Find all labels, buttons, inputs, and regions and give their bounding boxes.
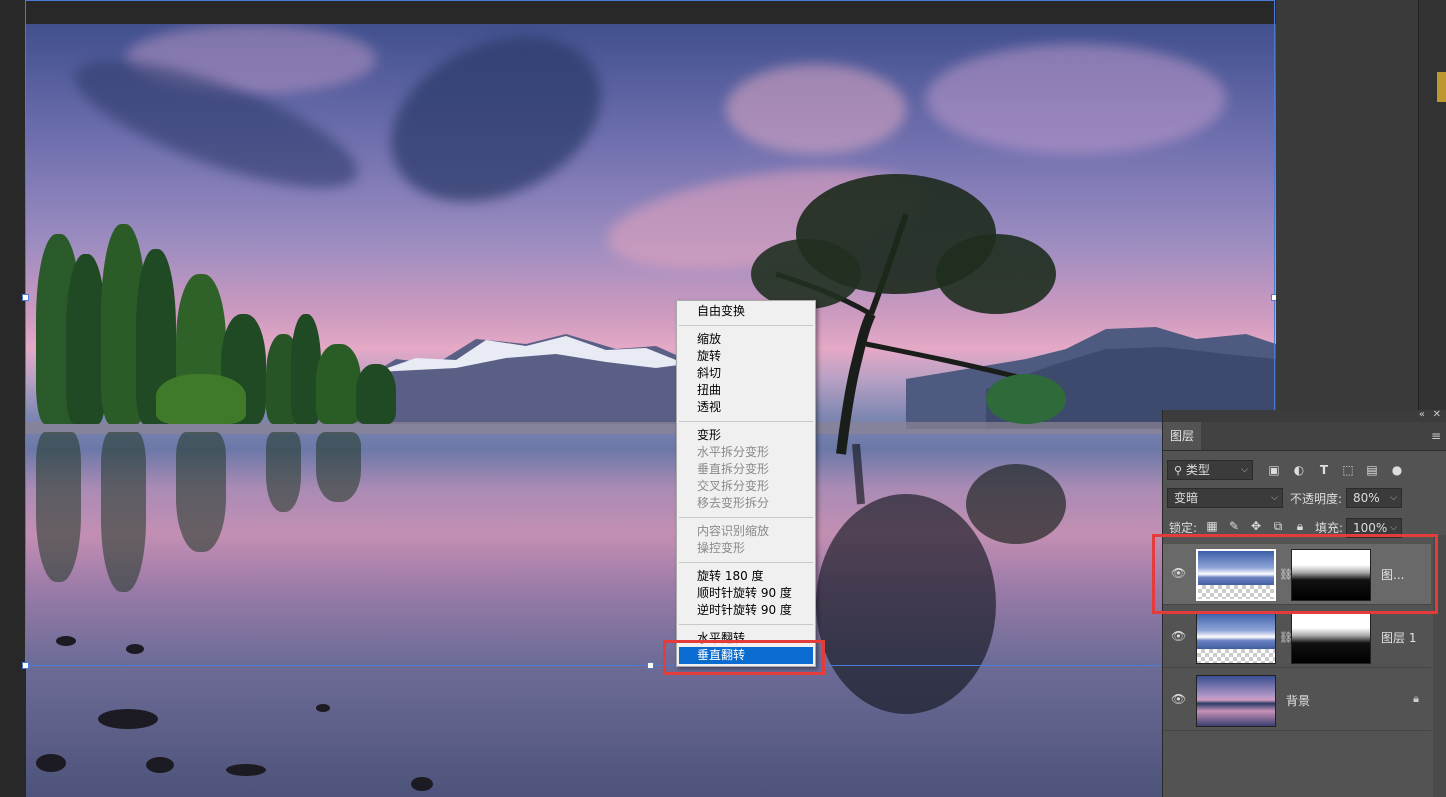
lock-icon: 🔒︎	[1413, 692, 1419, 705]
menu-item-scale[interactable]: 缩放	[677, 331, 815, 348]
menu-separator	[679, 624, 813, 625]
search-icon: ⚲	[1174, 464, 1183, 477]
lock-all-icon[interactable]: 🔒︎	[1293, 519, 1307, 533]
eye-icon[interactable]: 👁︎	[1171, 692, 1186, 706]
menu-item-split-warp-cross: 交叉拆分变形	[697, 479, 770, 493]
cloud	[364, 24, 628, 234]
shape-filter-icon[interactable]: ⬚	[1341, 463, 1355, 477]
menu-separator	[679, 421, 813, 422]
layer-filter-dropdown[interactable]: ⚲ 类型 ⌵	[1167, 460, 1253, 480]
chevron-down-icon: ⌵	[1271, 493, 1278, 503]
menu-item-perspective[interactable]: 透视	[677, 399, 815, 416]
rock	[56, 636, 76, 646]
layer-row[interactable]: 👁︎ 背景 🔒︎	[1163, 670, 1431, 731]
menu-item-content-aware-scale: 内容识别缩放	[697, 524, 770, 538]
menu-item-rotate-90-ccw[interactable]: 逆时针旋转 90 度	[677, 602, 815, 619]
layer-thumbnail[interactable]	[1196, 612, 1276, 664]
blend-mode-dropdown[interactable]: 变暗 ⌵	[1167, 488, 1283, 508]
rock	[126, 644, 144, 654]
menu-item-split-warp-vertical: 垂直拆分变形	[697, 462, 770, 476]
menu-item-rotate[interactable]: 旋转	[677, 348, 815, 365]
lock-transparent-pixels-icon[interactable]: ▦	[1205, 519, 1219, 533]
image-filter-icon[interactable]: ▣	[1267, 463, 1281, 477]
rock	[146, 757, 174, 773]
rock	[411, 777, 433, 791]
layer-filter-row: ⚲ 类型 ⌵ ▣ ◐ T ⬚ ▤ ●	[1163, 460, 1446, 482]
menu-item-rotate-90-cw[interactable]: 顺时针旋转 90 度	[677, 585, 815, 602]
cloud	[926, 44, 1226, 154]
opacity-input[interactable]: 80% ⌵	[1346, 488, 1402, 508]
rock	[36, 754, 66, 772]
blend-row: 变暗 ⌵ 不透明度: 80% ⌵	[1163, 488, 1446, 510]
tree-reflection	[816, 444, 1066, 714]
collapsed-panel-dock	[1418, 0, 1446, 410]
blend-mode-value: 变暗	[1174, 491, 1199, 505]
layer-name[interactable]: 背景	[1286, 692, 1310, 709]
menu-item-split-warp-horizontal: 水平拆分变形	[697, 445, 770, 459]
smart-object-filter-icon[interactable]: ▤	[1365, 463, 1379, 477]
opacity-label: 不透明度:	[1290, 492, 1343, 506]
menu-item-distort[interactable]: 扭曲	[677, 382, 815, 399]
menu-item-skew[interactable]: 斜切	[677, 365, 815, 382]
rock	[226, 764, 266, 776]
menu-item-puppet-warp: 操控变形	[697, 541, 746, 555]
poplar-trees	[26, 209, 426, 424]
link-icon[interactable]: ⛓	[1279, 631, 1293, 644]
tab-layers[interactable]: 图层	[1163, 422, 1201, 450]
menu-item-warp[interactable]: 变形	[677, 427, 815, 444]
rock	[316, 704, 330, 712]
panel-header-bar: « ✕	[1163, 409, 1446, 422]
menu-item-rotate-180[interactable]: 旋转 180 度	[677, 568, 815, 585]
transform-context-menu: 自由变换 缩放 旋转 斜切 扭曲 透视 变形 水平拆分变形 垂直拆分变形 交叉拆…	[676, 300, 816, 667]
menu-separator	[679, 517, 813, 518]
layer-name[interactable]: 图层 1	[1381, 629, 1416, 646]
collapse-panel-icon[interactable]: «	[1419, 409, 1425, 420]
lock-artboard-icon[interactable]: ⧉	[1271, 519, 1285, 533]
lock-image-pixels-icon[interactable]: ✎	[1227, 519, 1241, 533]
chevron-down-icon: ⌵	[1241, 465, 1248, 475]
close-panel-icon[interactable]: ✕	[1433, 409, 1441, 420]
trees-reflection	[26, 432, 426, 612]
annotation-highlight-box	[663, 640, 825, 675]
layer-row[interactable]: 👁︎ ⛓ 图层 1	[1163, 607, 1431, 668]
fill-value: 100%	[1353, 521, 1388, 535]
type-filter-icon[interactable]: T	[1317, 463, 1331, 477]
menu-item-remove-warp-split: 移去变形拆分	[697, 496, 770, 510]
panel-menu-icon[interactable]: ≡	[1431, 429, 1441, 443]
rock	[98, 709, 158, 729]
opacity-value: 80%	[1353, 491, 1380, 505]
filter-toggle-icon[interactable]: ●	[1390, 463, 1404, 477]
cloud	[726, 64, 906, 154]
chevron-down-icon: ⌵	[1390, 493, 1397, 503]
dock-icon[interactable]	[1437, 72, 1446, 102]
menu-item-free-transform[interactable]: 自由变换	[677, 303, 815, 320]
layer-mask-thumbnail[interactable]	[1291, 612, 1371, 664]
filter-type-label: 类型	[1185, 463, 1210, 477]
menu-separator	[679, 325, 813, 326]
layer-thumbnail[interactable]	[1196, 675, 1276, 727]
adjustment-filter-icon[interactable]: ◐	[1292, 463, 1306, 477]
annotation-highlight-box	[1152, 534, 1438, 614]
document-canvas[interactable]	[26, 24, 1276, 797]
lock-position-icon[interactable]: ✥	[1249, 519, 1263, 533]
menu-separator	[679, 562, 813, 563]
panel-tab-bar: 图层 ≡	[1163, 422, 1446, 451]
eye-icon[interactable]: 👁︎	[1171, 629, 1186, 643]
